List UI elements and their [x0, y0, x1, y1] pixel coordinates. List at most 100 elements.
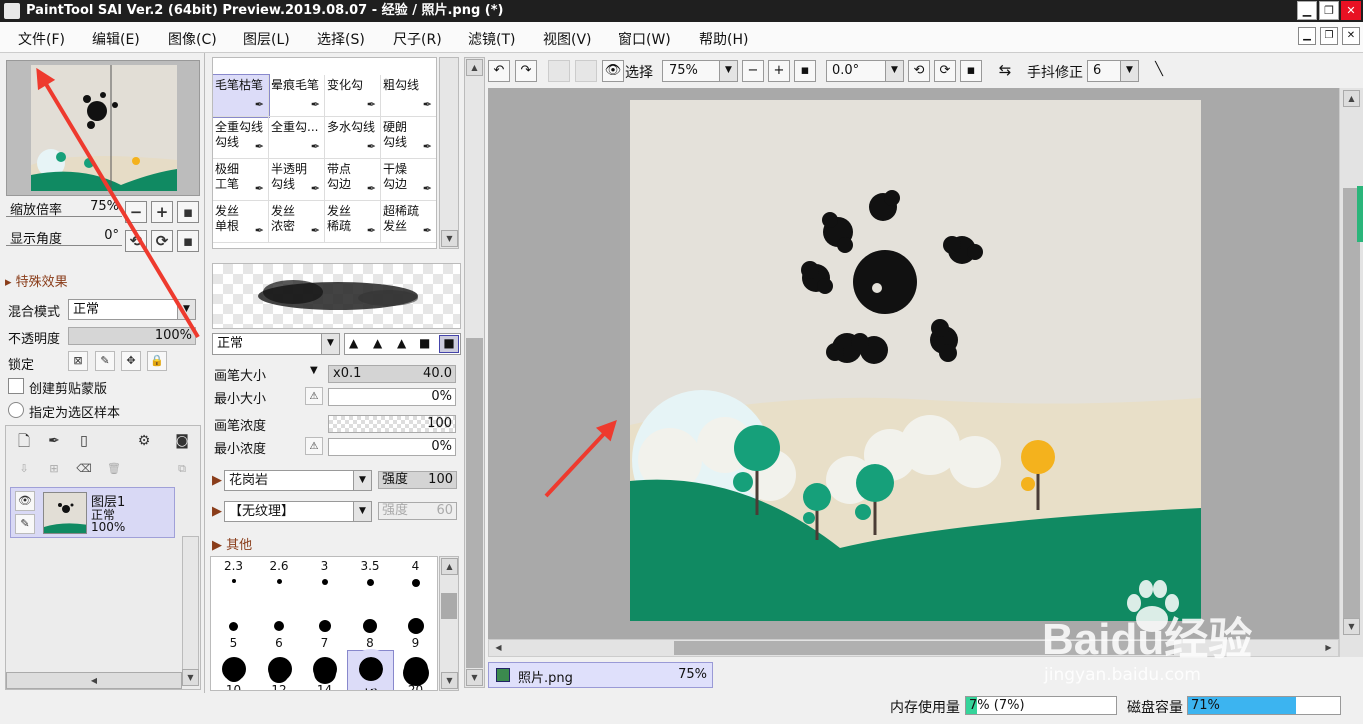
brush-dot-icon[interactable] — [222, 657, 246, 681]
document-tab[interactable]: 照片.png 75% — [488, 662, 713, 688]
pressure-icon[interactable]: ⚠ — [305, 437, 323, 455]
eye-icon[interactable]: 👁 — [15, 491, 35, 511]
zoom-select[interactable]: 75% ▼ — [662, 60, 738, 82]
brush-size-preset[interactable]: 5 — [211, 604, 256, 651]
brush-dot-icon[interactable] — [267, 657, 292, 681]
brush-size-preset[interactable]: 4 — [393, 557, 437, 604]
clear-layer-icon[interactable]: ⌫ — [74, 460, 94, 480]
brush-tool-item[interactable]: 粗勾线 ✒ — [381, 75, 436, 117]
lock-move-icon[interactable]: ✥ — [121, 351, 141, 371]
eye-icon[interactable]: 👁 — [602, 60, 624, 82]
expand-pattern-icon[interactable]: ▶ — [212, 504, 222, 519]
min-density-slider[interactable]: 0% — [328, 438, 456, 456]
undo-icon[interactable]: ↶ — [488, 60, 510, 82]
rotate-right-button[interactable]: ⟳ — [151, 230, 173, 252]
scroll-up-icon[interactable]: ▲ — [441, 558, 458, 575]
menu-layer[interactable]: 图层(L) — [243, 29, 290, 49]
new-pen-layer-icon[interactable]: ✒ — [44, 432, 64, 452]
brush-tool-item[interactable]: 全重勾线 勾线 ✒ — [213, 117, 269, 159]
rotate-reset-button[interactable]: ▪ — [960, 60, 982, 82]
layer-scrollbar[interactable]: ▼ — [182, 536, 199, 686]
rotate-reset-button[interactable]: ▪ — [177, 230, 199, 252]
brush-tool-item[interactable]: 半透明 勾线 ✒ — [269, 159, 325, 201]
scroll-thumb[interactable] — [441, 593, 457, 619]
brush-tool-item[interactable]: 晕痕毛笔 ✒ — [269, 75, 325, 117]
merge-down-icon[interactable]: ⇩ — [14, 460, 34, 480]
new-layer-icon[interactable]: 🗋 — [14, 432, 34, 452]
angle-slider[interactable]: 显示角度 0° — [6, 228, 122, 247]
canvas-viewport[interactable] — [488, 88, 1339, 639]
pattern-select[interactable]: 【无纹理】 ▼ — [224, 501, 372, 522]
menu-help[interactable]: 帮助(H) — [699, 29, 748, 49]
brush-partial-edge[interactable]: 勾边✒ — [381, 57, 437, 58]
close-button[interactable]: ✕ — [1341, 1, 1361, 20]
stabilizer-select[interactable]: 6 ▼ — [1087, 60, 1139, 82]
menu-select[interactable]: 选择(S) — [317, 29, 365, 49]
brush-tool-item[interactable]: 超稀疏 发丝 ✒ — [381, 201, 436, 243]
angle-select[interactable]: 0.0° ▼ — [826, 60, 904, 82]
artwork-canvas[interactable] — [630, 100, 1201, 621]
other-section[interactable]: ▶ 其他 — [212, 534, 252, 553]
scroll-thumb[interactable] — [674, 641, 1174, 655]
brush-tool-item[interactable]: 毛笔枯笔 ✒ — [213, 74, 270, 118]
brush-size-preset[interactable]: 3 — [302, 557, 347, 604]
merge-icon[interactable]: ⊞ — [44, 460, 64, 480]
brush-size-preset[interactable]: 9 — [393, 604, 437, 651]
invert-selection-icon[interactable] — [575, 60, 597, 82]
brush-size-preset[interactable]: 7 — [302, 604, 347, 651]
brush-size-preset[interactable]: 2.3 — [211, 557, 256, 604]
scroll-up-icon[interactable]: ▲ — [466, 59, 483, 76]
scroll-left-icon[interactable]: ◀ — [490, 640, 507, 657]
brush-size-slider[interactable]: x0.1 40.0 — [328, 365, 456, 383]
opacity-slider[interactable]: 100% — [68, 327, 196, 345]
zoom-in-button[interactable]: + — [768, 60, 790, 82]
layer-mask-icon[interactable]: ◙ — [172, 432, 192, 452]
redo-icon[interactable]: ↷ — [515, 60, 537, 82]
brush-size-preset[interactable]: 3.5 — [348, 557, 393, 604]
new-folder-icon[interactable]: ▯ — [74, 432, 94, 452]
brush-size-preset[interactable]: 2.6 — [257, 557, 302, 604]
brush-tool-item[interactable]: 干燥 勾边 ✒ — [381, 159, 436, 201]
brush-grid-scrollbar[interactable]: ▼ — [439, 57, 459, 249]
brush-tool-item[interactable]: 发丝 浓密 ✒ — [269, 201, 325, 243]
scroll-down-icon[interactable]: ▼ — [466, 669, 483, 686]
min-size-slider[interactable]: 0% — [328, 388, 456, 406]
menu-file[interactable]: 文件(F) — [18, 29, 65, 49]
doc-minimize-button[interactable]: ▁ — [1298, 27, 1316, 45]
doc-close-button[interactable]: ✕ — [1342, 27, 1360, 45]
layer-settings-icon[interactable]: ⚙ — [134, 432, 154, 452]
brush-tool-item[interactable]: 极细 工笔 ✒ — [213, 159, 269, 201]
brush-dot-icon[interactable] — [313, 657, 337, 681]
brush-tool-item[interactable]: 硬朗 勾线 ✒ — [381, 117, 436, 159]
zoom-out-button[interactable]: − — [742, 60, 764, 82]
pattern-strength-slider[interactable]: 强度 60 — [378, 502, 457, 520]
menu-edit[interactable]: 编辑(E) — [92, 29, 140, 49]
menu-window[interactable]: 窗口(W) — [618, 29, 671, 49]
brush-partial-pencil[interactable]: 铅笔✒ — [213, 57, 269, 58]
rotate-left-button[interactable]: ⟲ — [908, 60, 930, 82]
menu-filter[interactable]: 滤镜(T) — [468, 29, 515, 49]
brush-size-preset[interactable]: 6 — [257, 604, 302, 651]
brush-dot-icon[interactable] — [350, 649, 391, 689]
canvas-hscrollbar[interactable]: ◀ ▶ — [488, 639, 1339, 657]
scroll-down-icon[interactable]: ▼ — [441, 672, 458, 689]
brush-tool-item[interactable]: 发丝 单根 ✒ — [213, 201, 269, 243]
lock-paint-icon[interactable]: ✎ — [95, 351, 115, 371]
minimize-button[interactable]: ▁ — [1297, 1, 1317, 20]
clipping-mask-checkbox[interactable] — [8, 378, 24, 394]
layer-item[interactable]: 👁 ✎ 图层1 正常 100% — [10, 487, 175, 538]
brush-density-slider[interactable]: 100 — [328, 415, 456, 433]
flip-horizontal-icon[interactable]: ⇆ — [994, 60, 1016, 82]
presets-scrollbar[interactable]: ▲ ▼ — [439, 556, 459, 691]
zoom-reset-button[interactable]: ▪ — [177, 201, 199, 223]
brush-tool-item[interactable]: 全重勾... ✒ — [269, 117, 325, 159]
brush-mode-select[interactable]: 正常 ▼ — [212, 333, 340, 355]
brush-shape-selector[interactable]: ▲ ▲ ▲ ■ ■ — [344, 333, 461, 355]
trash-icon[interactable]: 🗑 — [104, 460, 124, 480]
menu-ruler[interactable]: 尺子(R) — [393, 29, 442, 49]
brush-size-preset[interactable]: 8 — [348, 604, 393, 651]
straight-line-icon[interactable]: ╲ — [1148, 60, 1170, 82]
menu-view[interactable]: 视图(V) — [543, 29, 592, 49]
rotate-right-button[interactable]: ⟳ — [934, 60, 956, 82]
zoom-in-button[interactable]: + — [151, 201, 173, 223]
